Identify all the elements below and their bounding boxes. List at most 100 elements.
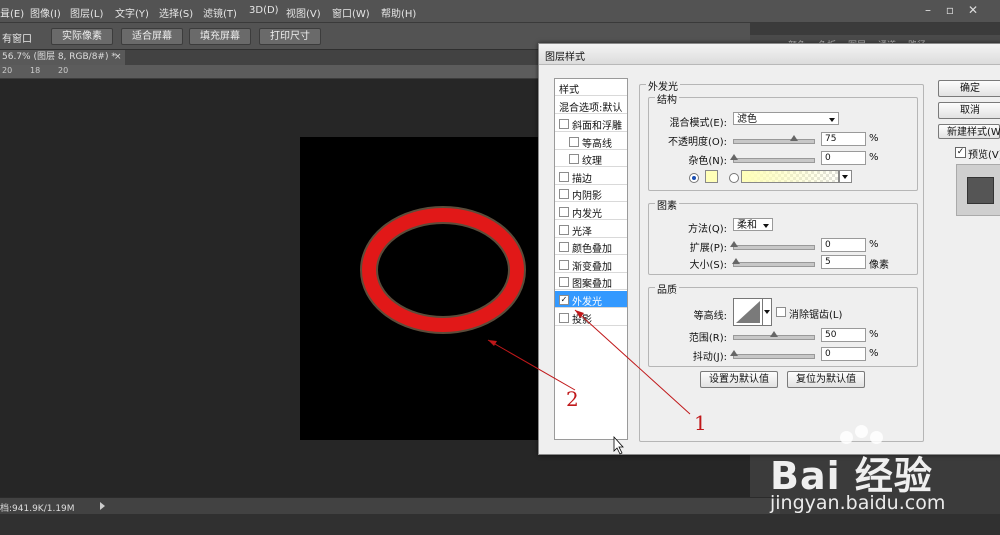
- jitter-slider-thumb[interactable]: [730, 350, 738, 356]
- size-input[interactable]: 5: [821, 255, 866, 269]
- ring-artwork: [360, 206, 526, 334]
- chevron-down-icon: [764, 310, 770, 314]
- jitter-input[interactable]: 0: [821, 347, 866, 361]
- style-item-checkbox[interactable]: [559, 242, 569, 253]
- opacity-slider-thumb[interactable]: [790, 135, 798, 141]
- noise-slider-thumb[interactable]: [730, 154, 738, 160]
- style-item[interactable]: 等高线: [555, 133, 627, 150]
- new-style-button[interactable]: 新建样式(W: [938, 124, 1000, 139]
- style-item-label: 投影: [572, 314, 592, 326]
- all-windows-label[interactable]: 有窗口: [2, 30, 32, 45]
- menu-layer[interactable]: 图层(L): [70, 5, 103, 20]
- noise-input[interactable]: 0: [821, 151, 866, 165]
- style-item-checkbox[interactable]: [559, 171, 569, 182]
- style-item[interactable]: 投影: [555, 309, 627, 326]
- range-input[interactable]: 50: [821, 328, 866, 342]
- document-tab-row: 56.7% (图层 8, RGB/8#) * ×: [0, 50, 545, 65]
- structure-group: 结构 混合模式(E): 滤色 不透明度(O): 75 % 杂色(N): 0 %: [648, 91, 918, 191]
- ok-button[interactable]: 确定: [938, 80, 1000, 97]
- menu-select[interactable]: 选择(S): [159, 5, 193, 20]
- blending-options-item[interactable]: 混合选项:默认: [555, 97, 627, 114]
- style-item-checkbox[interactable]: ✓: [559, 295, 569, 305]
- noise-slider[interactable]: [730, 154, 815, 163]
- style-list: 样式 混合选项:默认 斜面和浮雕等高线纹理 描边内阴影 内发光 光泽 颜色叠加 渐变叠加图…: [554, 78, 628, 440]
- make-default-button[interactable]: 设置为默认值: [700, 371, 778, 388]
- contour-picker[interactable]: [733, 298, 763, 326]
- solid-color-radio[interactable]: [689, 173, 699, 183]
- fill-screen-button[interactable]: 填充屏幕: [189, 28, 251, 45]
- style-item-checkbox[interactable]: [559, 277, 569, 288]
- menu-type[interactable]: 文字(Y): [115, 5, 149, 20]
- paw-icon: [870, 431, 883, 444]
- preview-checkbox[interactable]: ✓: [955, 147, 966, 158]
- menu-window[interactable]: 窗口(W): [332, 5, 370, 20]
- style-item-checkbox[interactable]: [559, 312, 569, 323]
- style-item[interactable]: 斜面和浮雕: [555, 115, 627, 132]
- menu-image[interactable]: 图像(I): [30, 5, 61, 20]
- style-item-label: 纹理: [582, 156, 602, 168]
- glow-color-swatch[interactable]: [705, 170, 718, 183]
- style-list-header[interactable]: 样式: [555, 79, 627, 96]
- antialias-checkbox[interactable]: [776, 307, 786, 317]
- spread-input[interactable]: 0: [821, 238, 866, 252]
- style-item-label: 等高线: [582, 138, 612, 150]
- menu-edit[interactable]: 咠(E): [0, 5, 24, 20]
- close-icon[interactable]: ✕: [963, 2, 983, 18]
- menu-filter[interactable]: 滤镜(T): [203, 5, 237, 20]
- blend-mode-value: 滤色: [737, 114, 757, 125]
- style-item[interactable]: 内发光: [555, 203, 627, 220]
- style-item-checkbox[interactable]: [559, 259, 569, 270]
- opacity-input[interactable]: 75: [821, 132, 866, 146]
- style-item-checkbox[interactable]: [559, 224, 569, 235]
- elements-group: 图素 方法(Q): 柔和 扩展(P): 0 % 大小(S): 5 像素: [648, 197, 918, 275]
- style-item[interactable]: 颜色叠加: [555, 238, 627, 256]
- style-item-checkbox[interactable]: [559, 119, 569, 129]
- blend-mode-select[interactable]: 滤色: [733, 112, 839, 125]
- style-item[interactable]: 光泽: [555, 221, 627, 238]
- cancel-button[interactable]: 取消: [938, 102, 1000, 119]
- size-slider[interactable]: [731, 258, 815, 267]
- technique-select[interactable]: 柔和: [733, 218, 773, 231]
- style-item[interactable]: ✓ 外发光: [555, 291, 627, 308]
- restore-icon[interactable]: ▫: [940, 2, 960, 18]
- gradient-radio[interactable]: [729, 173, 739, 183]
- document-tab[interactable]: 56.7% (图层 8, RGB/8#) * ×: [0, 50, 125, 65]
- spread-slider[interactable]: [730, 241, 815, 250]
- menu-help[interactable]: 帮助(H): [381, 5, 416, 20]
- structure-title: 结构: [655, 91, 679, 106]
- menu-3d[interactable]: 3D(D): [249, 5, 279, 16]
- size-slider-thumb[interactable]: [731, 258, 740, 264]
- range-slider[interactable]: [733, 331, 815, 340]
- gradient-dropdown-button[interactable]: [839, 170, 852, 183]
- gradient-picker[interactable]: [741, 170, 839, 183]
- fit-screen-button[interactable]: 适合屏幕: [121, 28, 183, 45]
- tab-close-icon[interactable]: ×: [114, 50, 122, 65]
- document-canvas[interactable]: [300, 137, 540, 440]
- print-size-button[interactable]: 打印尺寸: [259, 28, 321, 45]
- dialog-titlebar[interactable]: 图层样式: [539, 44, 1000, 65]
- style-item[interactable]: 纹理: [555, 150, 627, 168]
- style-header-label: 样式: [559, 85, 579, 96]
- style-item-checkbox[interactable]: [569, 136, 579, 147]
- status-menu-arrow-icon[interactable]: [100, 502, 105, 510]
- actual-pixels-button[interactable]: 实际像素: [51, 28, 113, 45]
- style-item[interactable]: 图案叠加: [555, 273, 627, 291]
- style-item-checkbox[interactable]: [559, 207, 569, 217]
- contour-dropdown-button[interactable]: [762, 298, 772, 326]
- style-item[interactable]: 内阴影: [555, 185, 627, 203]
- opacity-slider[interactable]: [733, 135, 815, 144]
- style-item[interactable]: 描边: [555, 168, 627, 185]
- menu-view[interactable]: 视图(V): [286, 5, 321, 20]
- ruler-tick: 18: [30, 66, 41, 75]
- range-slider-thumb[interactable]: [770, 331, 778, 337]
- horizontal-ruler: 20 18 20: [0, 65, 545, 79]
- noise-unit: %: [869, 152, 879, 163]
- style-item-label: 内阴影: [572, 191, 602, 203]
- jitter-slider[interactable]: [730, 350, 815, 359]
- style-item-checkbox[interactable]: [559, 189, 569, 200]
- spread-slider-thumb[interactable]: [730, 241, 738, 247]
- style-item-checkbox[interactable]: [569, 154, 579, 165]
- minimize-icon[interactable]: –: [918, 2, 938, 18]
- reset-default-button[interactable]: 复位为默认值: [787, 371, 865, 388]
- style-item[interactable]: 渐变叠加: [555, 256, 627, 273]
